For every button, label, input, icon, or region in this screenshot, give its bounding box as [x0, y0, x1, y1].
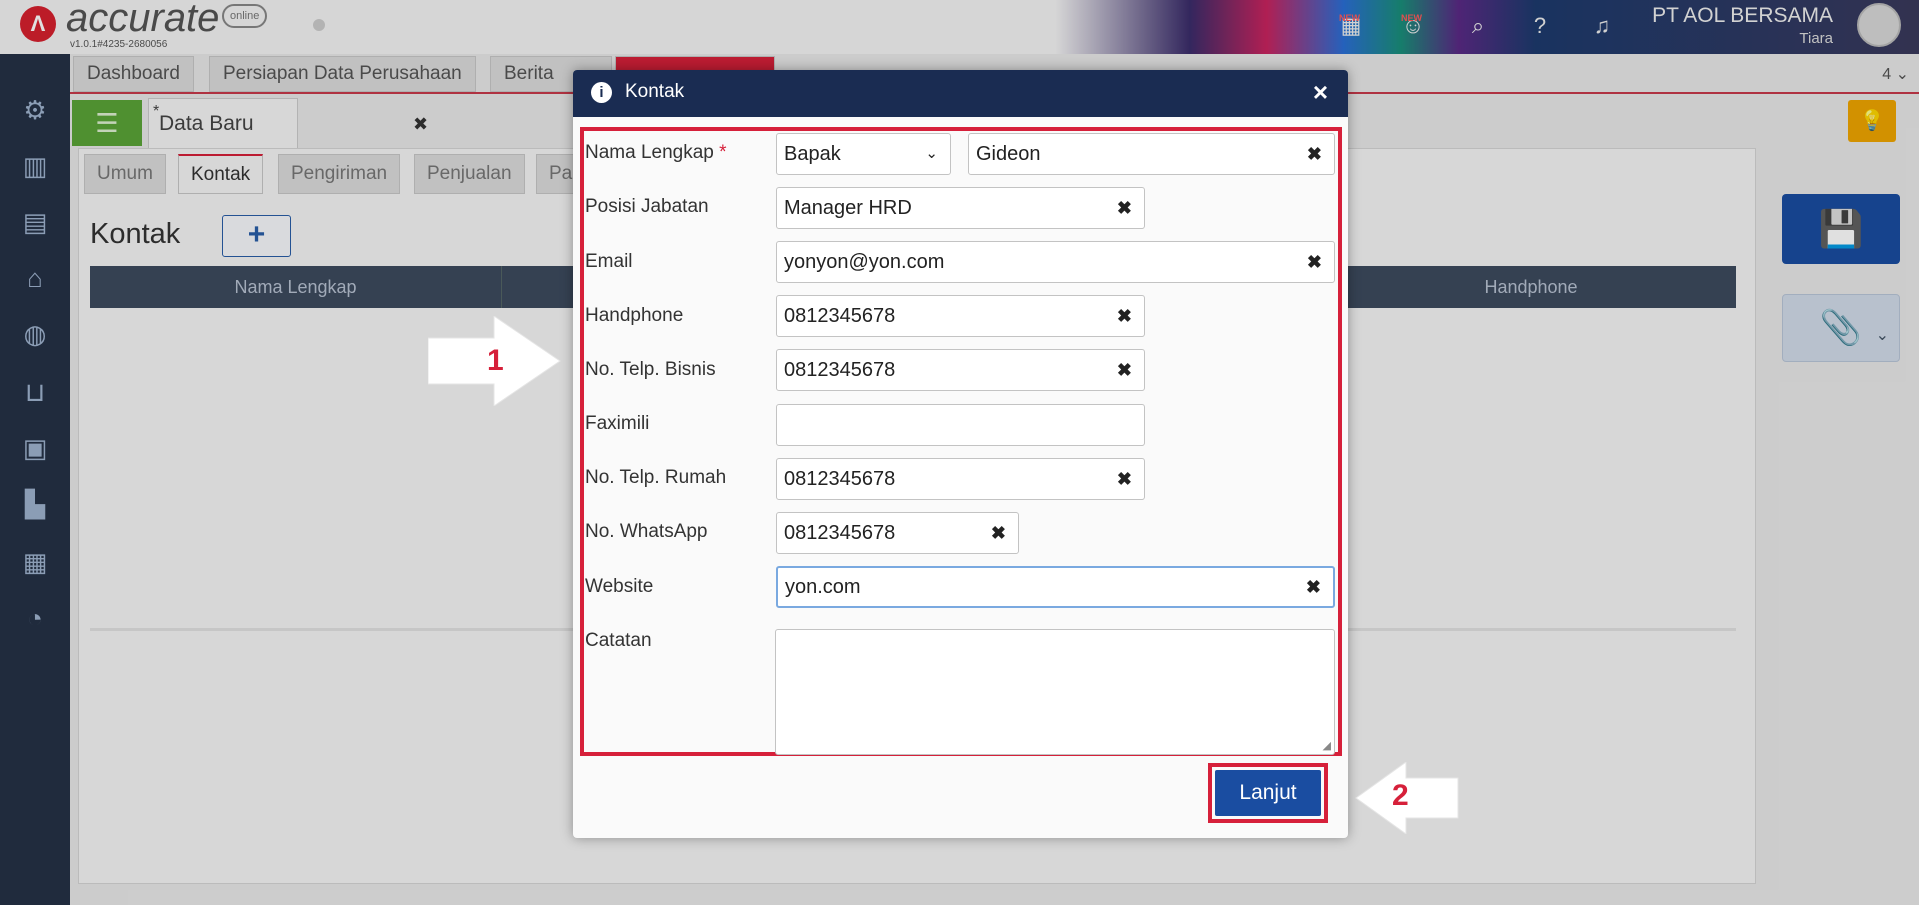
- telp-bisnis-input[interactable]: 0812345678 ✖: [776, 349, 1145, 391]
- lanjut-button[interactable]: Lanjut: [1215, 770, 1321, 816]
- whatsapp-input[interactable]: 0812345678 ✖: [776, 512, 1019, 554]
- website-value: yon.com: [785, 576, 861, 598]
- email-value: yonyon@yon.com: [784, 251, 945, 273]
- step-number-2: 2: [1392, 779, 1409, 812]
- close-icon[interactable]: ×: [1313, 77, 1328, 108]
- catatan-textarea[interactable]: ◢: [775, 629, 1335, 755]
- label-nama-lengkap: Nama Lengkap *: [585, 142, 727, 164]
- clear-icon[interactable]: ✖: [991, 513, 1006, 553]
- resize-handle-icon[interactable]: ◢: [1323, 739, 1331, 752]
- label-faximili: Faximili: [585, 413, 650, 434]
- salutation-select[interactable]: Bapak ⌄: [776, 133, 951, 175]
- telp-rumah-value: 0812345678: [784, 468, 896, 490]
- nama-lengkap-value: Gideon: [976, 143, 1041, 165]
- dialog-title: Kontak: [625, 81, 685, 102]
- handphone-input[interactable]: 0812345678 ✖: [776, 295, 1145, 337]
- posisi-jabatan-input[interactable]: Manager HRD ✖: [776, 187, 1145, 229]
- label-whatsapp: No. WhatsApp: [585, 521, 708, 542]
- nama-lengkap-input[interactable]: Gideon ✖: [968, 133, 1335, 175]
- website-input[interactable]: yon.com ✖: [776, 566, 1335, 608]
- telp-rumah-input[interactable]: 0812345678 ✖: [776, 458, 1145, 500]
- posisi-jabatan-value: Manager HRD: [784, 197, 912, 219]
- chevron-down-icon: ⌄: [925, 145, 938, 162]
- telp-bisnis-value: 0812345678: [784, 359, 896, 381]
- step-number-1: 1: [487, 344, 504, 377]
- info-icon: i: [591, 82, 612, 103]
- label-telp-rumah: No. Telp. Rumah: [585, 467, 727, 488]
- label-text: Nama Lengkap: [585, 142, 714, 163]
- clear-icon[interactable]: ✖: [1307, 134, 1322, 174]
- required-mark: *: [719, 142, 727, 163]
- handphone-value: 0812345678: [784, 305, 896, 327]
- clear-icon[interactable]: ✖: [1117, 350, 1132, 390]
- whatsapp-value: 0812345678: [784, 522, 896, 544]
- contact-dialog: i Kontak × Nama Lengkap * Bapak ⌄ Gideon…: [573, 70, 1348, 838]
- clear-icon[interactable]: ✖: [1117, 188, 1132, 228]
- label-email: Email: [585, 251, 633, 272]
- label-catatan: Catatan: [585, 630, 652, 651]
- label-telp-bisnis: No. Telp. Bisnis: [585, 359, 716, 380]
- label-handphone: Handphone: [585, 305, 684, 326]
- salutation-value: Bapak: [784, 143, 841, 165]
- clear-icon[interactable]: ✖: [1307, 242, 1322, 282]
- dialog-header: i Kontak ×: [573, 70, 1348, 117]
- clear-icon[interactable]: ✖: [1117, 296, 1132, 336]
- faximili-input[interactable]: [776, 404, 1145, 446]
- label-website: Website: [585, 576, 654, 597]
- email-field[interactable]: yonyon@yon.com ✖: [776, 241, 1335, 283]
- clear-icon[interactable]: ✖: [1117, 459, 1132, 499]
- clear-icon[interactable]: ✖: [1306, 568, 1321, 606]
- highlight-frame-submit: Lanjut: [1208, 763, 1328, 823]
- label-posisi-jabatan: Posisi Jabatan: [585, 196, 709, 217]
